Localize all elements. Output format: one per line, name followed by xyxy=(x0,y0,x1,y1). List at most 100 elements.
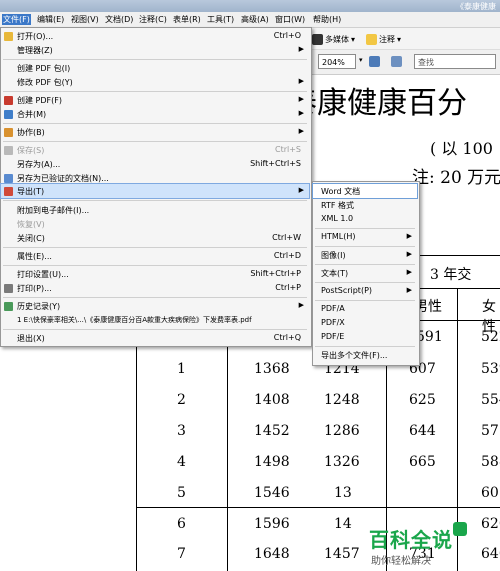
menu-item-organizer[interactable]: 管理器(Z) ▶ xyxy=(1,43,309,57)
menu-document[interactable]: 文档(D) xyxy=(104,14,134,25)
menu-item-close[interactable]: 关闭(C) Ctrl+W xyxy=(1,231,309,245)
menu-item-export[interactable]: 导出(T) ▶ xyxy=(0,183,310,199)
table-cell: 1452 xyxy=(254,423,290,439)
menu-item-label: 合并(M) xyxy=(17,110,47,119)
menu-item-create-pdf-package[interactable]: 创建 PDF 包(I) xyxy=(1,61,309,75)
menu-item-open[interactable]: 打开(O)... Ctrl+O xyxy=(1,29,309,43)
document-title: 泰康健康百分 xyxy=(287,86,467,121)
menu-separator xyxy=(315,282,415,283)
menu-item-collaborate[interactable]: 协作(B) ▶ xyxy=(1,125,309,139)
menu-item-export-rtf[interactable]: RTF 格式 xyxy=(313,198,417,212)
table-cell: 7 xyxy=(177,546,186,562)
menu-item-history[interactable]: 历史记录(Y) ▶ xyxy=(1,299,309,313)
menu-separator xyxy=(3,141,307,142)
menu-item-label: 附加到电子邮件(I)... xyxy=(17,206,90,215)
chevron-down-icon[interactable]: ▾ xyxy=(359,56,363,64)
watermark-title: 百科全说 xyxy=(369,528,453,552)
menu-item-revert[interactable]: 恢复(V) xyxy=(1,217,309,231)
table-cell: 5 xyxy=(177,485,186,501)
menu-item-export-word[interactable]: Word 文档 xyxy=(312,183,418,199)
export-icon xyxy=(4,187,13,196)
fit-width-icon[interactable] xyxy=(391,56,402,67)
menu-separator xyxy=(3,265,307,266)
menu-item-recent-file[interactable]: 1 E:\快保豪率相关\...\《泰康健康百分百A款重大疾病保险》下发费率表.p… xyxy=(1,313,309,327)
annotate-label: 注释 xyxy=(379,34,395,44)
menu-help[interactable]: 帮助(H) xyxy=(312,14,342,25)
film-icon xyxy=(312,33,323,45)
submenu-arrow-icon: ▶ xyxy=(406,250,412,258)
multimedia-button[interactable]: 多媒体 ▾ xyxy=(312,31,355,47)
menu-item-export-postscript[interactable]: PostScript(P) ▶ xyxy=(313,284,417,298)
menu-edit[interactable]: 编辑(E) xyxy=(36,14,65,25)
submenu-arrow-icon: ▶ xyxy=(298,186,304,194)
table-cell: 1408 xyxy=(254,392,290,408)
zoom-select[interactable]: 204% xyxy=(318,54,356,69)
table-rule xyxy=(136,345,137,571)
menu-file[interactable]: 文件(F) xyxy=(2,14,31,25)
file-menu: 打开(O)... Ctrl+O 管理器(Z) ▶ 创建 PDF 包(I) 修改 … xyxy=(0,27,312,347)
menu-item-modify-pdf-package[interactable]: 修改 PDF 包(Y) ▶ xyxy=(1,75,309,89)
menu-item-label: 关闭(C) xyxy=(17,234,45,243)
menu-item-label: Word 文档 xyxy=(321,187,361,196)
table-cell: 539 xyxy=(481,361,500,377)
document-subtitle: ( 以 100 xyxy=(430,139,493,158)
save-icon xyxy=(4,146,13,155)
menu-item-label: 历史记录(Y) xyxy=(17,302,61,311)
menu-item-label: PDF/X xyxy=(321,318,345,327)
menu-item-label: 导出多个文件(F)... xyxy=(321,351,388,360)
menu-item-export-xml[interactable]: XML 1.0 xyxy=(313,212,417,226)
submenu-arrow-icon: ▶ xyxy=(298,127,304,135)
menu-comments[interactable]: 注释(C) xyxy=(138,14,168,25)
menu-item-save-as-certified[interactable]: 另存为已验证的文档(N)... xyxy=(1,171,309,185)
badge-icon xyxy=(453,522,467,536)
submenu-arrow-icon: ▶ xyxy=(298,77,304,85)
menu-item-label: 图像(I) xyxy=(321,251,346,260)
menu-item-export-image[interactable]: 图像(I) ▶ xyxy=(313,248,417,262)
menu-item-print[interactable]: 打印(P)... Ctrl+P xyxy=(1,281,309,295)
menu-item-export-pdfa[interactable]: PDF/A xyxy=(313,302,417,316)
find-input[interactable]: 查找 xyxy=(414,54,496,69)
annotate-button[interactable]: 注释 ▾ xyxy=(366,31,401,47)
menu-item-create-pdf[interactable]: 创建 PDF(F) ▶ xyxy=(1,93,309,107)
menu-item-label: 打印设置(U)... xyxy=(17,270,69,279)
menu-item-combine[interactable]: 合并(M) ▶ xyxy=(1,107,309,121)
menu-separator xyxy=(3,247,307,248)
menu-item-exit[interactable]: 退出(X) Ctrl+Q xyxy=(1,331,309,345)
menu-advanced[interactable]: 高级(A) xyxy=(240,14,270,25)
menu-separator xyxy=(3,297,307,298)
menu-item-label: 创建 PDF(F) xyxy=(17,96,62,105)
menu-separator xyxy=(3,91,307,92)
menu-item-shortcut: Shift+Ctrl+S xyxy=(250,159,301,168)
menu-item-shortcut: Ctrl+W xyxy=(272,233,301,242)
menu-item-export-multiple[interactable]: 导出多个文件(F)... xyxy=(313,348,417,362)
menu-item-shortcut: Ctrl+O xyxy=(273,31,301,40)
menu-view[interactable]: 视图(V) xyxy=(70,14,100,25)
menu-forms[interactable]: 表单(R) xyxy=(172,14,202,25)
submenu-arrow-icon: ▶ xyxy=(406,286,412,294)
menu-item-export-pdfe[interactable]: PDF/E xyxy=(313,330,417,344)
menu-item-export-text[interactable]: 文本(T) ▶ xyxy=(313,266,417,280)
menu-item-label: 另存为已验证的文档(N)... xyxy=(17,174,109,183)
table-cell: 1 xyxy=(177,361,186,377)
menu-item-print-setup[interactable]: 打印设置(U)... Shift+Ctrl+P xyxy=(1,267,309,281)
menu-tools[interactable]: 工具(T) xyxy=(206,14,235,25)
menu-item-label: 另存为(A)... xyxy=(17,160,61,169)
table-cell: 1368 xyxy=(254,361,290,377)
chevron-down-icon: ▾ xyxy=(351,34,356,44)
menu-item-save-as[interactable]: 另存为(A)... Shift+Ctrl+S xyxy=(1,157,309,171)
table-cell: 1596 xyxy=(254,516,290,532)
table-cell: 1326 xyxy=(324,454,360,470)
menu-item-properties[interactable]: 属性(E)... Ctrl+D xyxy=(1,249,309,263)
menu-item-save[interactable]: 保存(S) Ctrl+S xyxy=(1,143,309,157)
table-rule xyxy=(227,345,228,571)
menu-item-label: PDF/A xyxy=(321,304,345,313)
menu-item-export-html[interactable]: HTML(H) ▶ xyxy=(313,230,417,244)
menu-separator xyxy=(315,346,415,347)
menu-window[interactable]: 窗口(W) xyxy=(274,14,306,25)
table-cell: 591 xyxy=(416,329,443,345)
menu-item-export-pdfx[interactable]: PDF/X xyxy=(313,316,417,330)
find-placeholder: 查找 xyxy=(418,58,434,67)
menu-item-attach-email[interactable]: 附加到电子邮件(I)... xyxy=(1,203,309,217)
fit-page-icon[interactable] xyxy=(369,56,380,67)
table-cell: 1248 xyxy=(324,392,360,408)
